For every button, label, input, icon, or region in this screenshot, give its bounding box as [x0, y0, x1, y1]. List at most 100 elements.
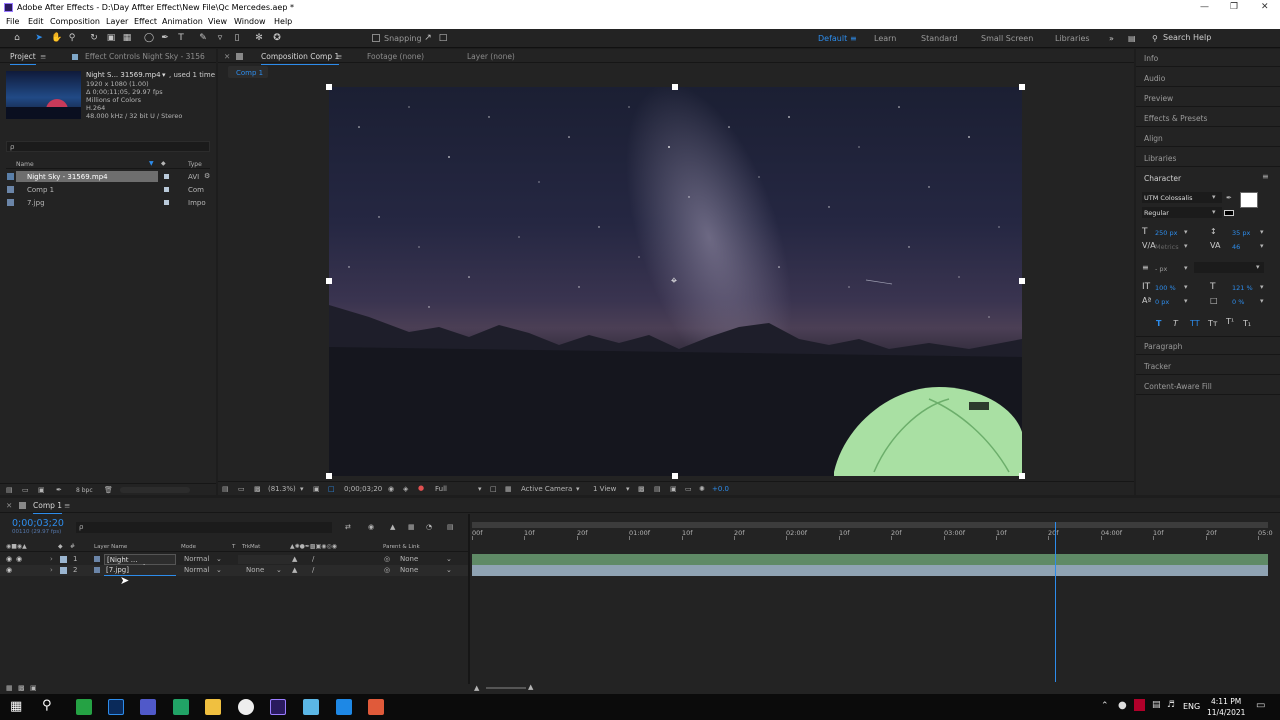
zoom-level[interactable]: (81.3%) [268, 485, 296, 493]
ellipse-tool-icon[interactable]: ◯ [144, 33, 154, 43]
close-timeline-tab-icon[interactable]: ✕ [6, 501, 12, 510]
shy-layers-icon[interactable]: ▲ [390, 523, 395, 531]
snapping-options-icon[interactable]: ↗ [423, 33, 433, 43]
character-menu-icon[interactable]: ≡ [1262, 172, 1269, 181]
horizontal-scale-value[interactable]: 121 % [1232, 284, 1253, 292]
column-trkmat[interactable]: TrkMat [242, 544, 260, 550]
rotate-tool-icon[interactable]: ↻ [89, 33, 99, 43]
graph-editor-icon[interactable]: ▤ [447, 523, 454, 531]
workspace-default[interactable]: Default [818, 34, 847, 43]
kerning-value[interactable]: Metrics [1155, 243, 1179, 251]
zoom-slider[interactable] [486, 687, 526, 689]
snapping-extent-icon[interactable]: □ [438, 33, 448, 43]
network-icon[interactable]: ▤ [1152, 700, 1161, 710]
menu-window[interactable]: Window [234, 17, 266, 26]
tab-project[interactable]: Project [10, 52, 36, 65]
panel-libraries[interactable]: Libraries [1144, 154, 1176, 163]
project-item[interactable]: Comp 1 Com [6, 184, 210, 195]
clock-time[interactable]: 4:11 PM [1211, 697, 1241, 706]
tab-footage[interactable]: Footage (none) [367, 52, 424, 61]
faux-bold-button[interactable]: T [1156, 319, 1161, 328]
panel-info[interactable]: Info [1144, 54, 1158, 63]
panel-layout-icon[interactable]: ▤ [1128, 34, 1136, 43]
teams-taskbar-icon[interactable] [140, 699, 156, 715]
menu-file[interactable]: File [6, 17, 19, 26]
trkmat-dropdown[interactable]: None [246, 566, 264, 574]
interpret-footage-icon[interactable]: ▤ [6, 486, 13, 494]
tab-composition[interactable]: Composition Comp 1 [261, 52, 340, 65]
resolution-dropdown[interactable]: Full [435, 485, 447, 493]
font-family-dropdown[interactable]: UTM Colossalis ▾ [1142, 192, 1222, 203]
timeline-menu-icon[interactable]: ≡ [64, 501, 70, 510]
toggle-switches-icon[interactable]: ▦ [6, 684, 13, 692]
menu-composition[interactable]: Composition [50, 17, 100, 26]
panel-tracker[interactable]: Tracker [1144, 362, 1171, 371]
timeline-search-input[interactable]: ρ [76, 522, 332, 533]
sort-arrow-icon[interactable]: ▼ [149, 160, 154, 167]
show-snapshot-icon[interactable]: ◈ [403, 485, 408, 493]
photoshop-taskbar-icon[interactable] [108, 699, 124, 715]
vertical-scale-chevron-icon[interactable]: ▾ [1184, 283, 1188, 291]
transparency-grid-icon[interactable]: ▦ [505, 485, 512, 493]
mode-chevron-icon[interactable]: ⌄ [216, 566, 222, 574]
taskbar-search-icon[interactable]: ⚲ [42, 698, 52, 713]
region-of-interest-icon[interactable]: □ [490, 485, 497, 493]
bounding-handle[interactable] [672, 84, 678, 90]
close-icon[interactable]: ✕ [1261, 2, 1269, 12]
exposure-reset-icon[interactable]: ✺ [699, 485, 705, 493]
baseline-shift-value[interactable]: 0 px [1155, 298, 1169, 306]
twirl-arrow-icon[interactable]: › [50, 555, 53, 563]
bounding-handle[interactable] [326, 473, 332, 479]
timeline-layer-row[interactable]: ◉ › 2 [7.jpg] Normal ⌄ None ⌄ ▲ / ◎ None… [0, 565, 470, 576]
motion-blur-icon[interactable]: ◔ [426, 523, 432, 531]
hand-tool-icon[interactable]: ✋ [51, 33, 62, 43]
all-caps-button[interactable]: TT [1190, 319, 1200, 328]
resolution-chevron-icon[interactable]: ▾ [478, 485, 482, 493]
bounding-handle[interactable] [1019, 84, 1025, 90]
interpret-icon[interactable]: ⚙ [204, 172, 210, 180]
column-layer-name[interactable]: Layer Name [94, 544, 127, 550]
panel-audio[interactable]: Audio [1144, 74, 1165, 83]
label-color-swatch[interactable] [164, 200, 169, 205]
menu-animation[interactable]: Animation [162, 17, 203, 26]
flowchart-icon[interactable]: ▭ [685, 485, 692, 493]
playhead[interactable] [1055, 522, 1056, 682]
pan-behind-tool-icon[interactable]: ▦ [122, 33, 132, 43]
no-fill-swatch[interactable] [1224, 210, 1234, 216]
layer-label-color[interactable] [60, 556, 67, 563]
label-column-icon[interactable]: ◆ [161, 160, 166, 167]
magnification-icon[interactable]: ▭ [238, 485, 245, 493]
microphone-icon[interactable]: ● [1118, 700, 1127, 711]
label-color-swatch[interactable] [164, 174, 169, 179]
timeline-layer-row[interactable]: ◉ ◉ › 1 [Night ... 1569.mp4] Normal ⌄ ▲ … [0, 554, 470, 572]
close-comp-tab-icon[interactable]: ✕ [224, 52, 230, 61]
parent-chevron-icon[interactable]: ⌄ [446, 555, 452, 563]
notifications-icon[interactable]: ▭ [1256, 700, 1265, 711]
comp-breadcrumb[interactable]: Comp 1 [228, 66, 268, 78]
toggle-pixel-aspect-icon[interactable]: ▩ [638, 485, 645, 493]
project-settings-icon[interactable]: ✒ [56, 486, 62, 494]
audio-icon[interactable]: ◉ [16, 555, 22, 563]
layer-mode[interactable]: Normal [184, 566, 209, 574]
menu-effect[interactable]: Effect [134, 17, 157, 26]
channel-icon[interactable]: ● [418, 484, 424, 492]
anchor-point-icon[interactable]: ⌖ [668, 275, 680, 287]
faux-italic-button[interactable]: T [1173, 319, 1178, 328]
minimize-icon[interactable]: — [1200, 2, 1209, 12]
volume-icon[interactable]: ♬ [1167, 700, 1175, 710]
zoom-out-icon[interactable]: ▲ [474, 684, 479, 692]
layer-2-bar[interactable] [472, 565, 1268, 576]
project-scrollbar[interactable] [120, 487, 190, 493]
vertical-scale-value[interactable]: 100 % [1155, 284, 1176, 292]
toggle-modes-icon[interactable]: ▩ [18, 684, 25, 692]
column-parent-link[interactable]: Parent & Link [383, 544, 420, 550]
menu-edit[interactable]: Edit [28, 17, 44, 26]
notepad-taskbar-icon[interactable] [303, 699, 319, 715]
workspace-libraries[interactable]: Libraries [1055, 34, 1090, 43]
lock-comp-icon[interactable] [236, 53, 243, 60]
panel-divider[interactable] [468, 514, 470, 684]
draft-3d-icon[interactable]: ◉ [368, 523, 374, 531]
file-explorer-taskbar-icon[interactable] [205, 699, 221, 715]
view-chevron-icon[interactable]: ▾ [626, 485, 630, 493]
menu-help[interactable]: Help [274, 17, 292, 26]
